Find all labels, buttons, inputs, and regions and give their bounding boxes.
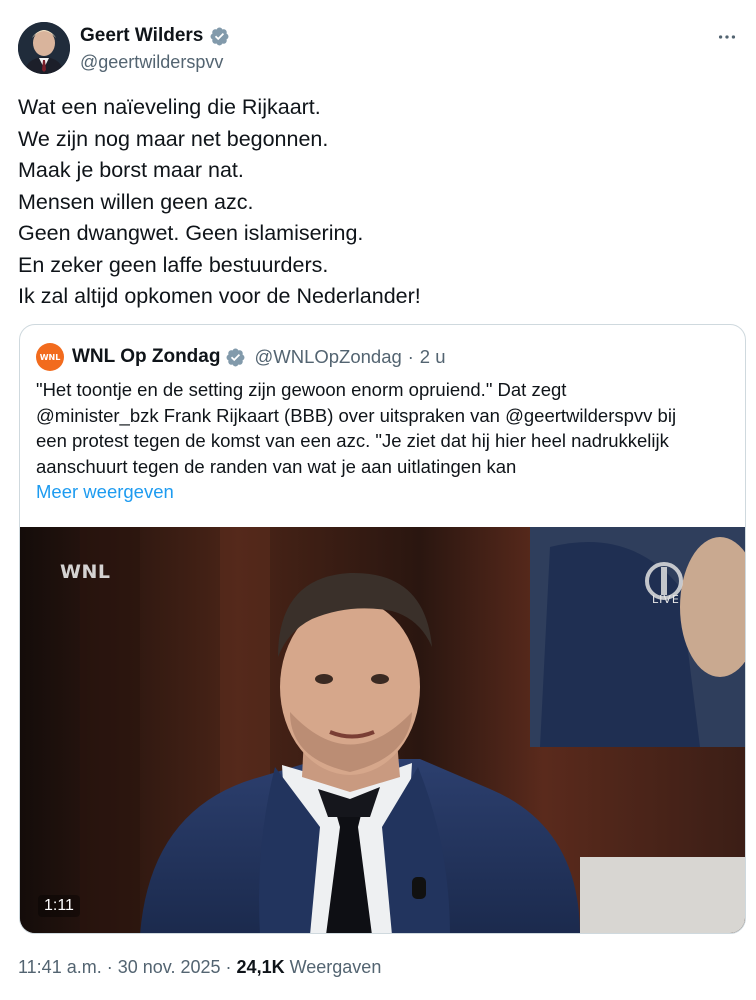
- tweet-line: Wat een naïeveling die Rijkaart.: [18, 95, 321, 119]
- author-avatar[interactable]: [18, 22, 70, 74]
- tweet-line: Ik zal altijd opkomen voor de Nederlande…: [18, 284, 421, 308]
- verified-badge-icon: [227, 348, 245, 366]
- tweet-line: We zijn nog maar net begonnen.: [18, 126, 329, 151]
- author-name-row: Geert Wilders: [80, 25, 230, 47]
- separator-dot: ·: [106, 957, 113, 977]
- video-player[interactable]: WNL LIVE 1:11: [20, 527, 745, 933]
- tweet-line: Geen dwangwet. Geen islamisering.: [18, 221, 364, 245]
- quote-text: "Het toontje en de setting zijn gewoon e…: [36, 377, 736, 479]
- tweet-header: Geert Wilders @geertwilderspvv: [18, 22, 738, 76]
- quoted-tweet[interactable]: WNL WNL Op Zondag @WNLOpZondag · 2 u "He…: [19, 324, 746, 934]
- wnl-watermark: WNL: [60, 561, 111, 583]
- avatar-image: [18, 22, 70, 74]
- author-handle[interactable]: @geertwilderspvv: [80, 52, 223, 73]
- quote-line: aanschuurt tegen de randen van wat je aa…: [36, 455, 517, 477]
- quote-line: @minister_bzk Frank Rijkaart (BBB) over …: [36, 404, 677, 426]
- tweet-line: Mensen willen geen azc.: [18, 189, 254, 214]
- tweet-date[interactable]: 30 nov. 2025: [118, 957, 221, 977]
- show-more-link[interactable]: Meer weergeven: [36, 481, 174, 503]
- quote-author-handle[interactable]: @WNLOpZondag: [254, 346, 401, 368]
- tweet-time[interactable]: 11:41 a.m.: [18, 957, 102, 977]
- live-label: LIVE: [652, 593, 680, 606]
- tweet-line: Maak je borst maar nat.: [18, 158, 244, 182]
- views-count[interactable]: 24,1K: [237, 957, 285, 977]
- author-name[interactable]: Geert Wilders: [80, 25, 203, 47]
- video-duration: 1:11: [38, 895, 80, 917]
- separator-dot: ·: [225, 957, 232, 977]
- wnl-logo-icon[interactable]: WNL: [36, 343, 64, 371]
- quote-line: "Het toontje en de setting zijn gewoon e…: [36, 379, 567, 400]
- more-horizontal-icon[interactable]: [716, 26, 738, 54]
- quote-header: WNL WNL Op Zondag @WNLOpZondag · 2 u: [36, 343, 446, 371]
- quote-author-name[interactable]: WNL Op Zondag: [72, 346, 220, 368]
- quote-line: een protest tegen de komst van een azc. …: [36, 430, 669, 451]
- verified-badge-icon: [210, 27, 229, 45]
- tweet-line: En zeker geen laffe bestuurders.: [18, 252, 329, 277]
- quote-timestamp[interactable]: 2 u: [420, 346, 446, 368]
- tweet-text: Wat een naïeveling die Rijkaart. We zijn…: [18, 92, 738, 313]
- separator-dot: ·: [407, 346, 414, 367]
- views-label: Weergaven: [289, 957, 382, 977]
- tweet-metadata: 11:41 a.m. · 30 nov. 2025 · 24,1K Weerga…: [18, 957, 381, 978]
